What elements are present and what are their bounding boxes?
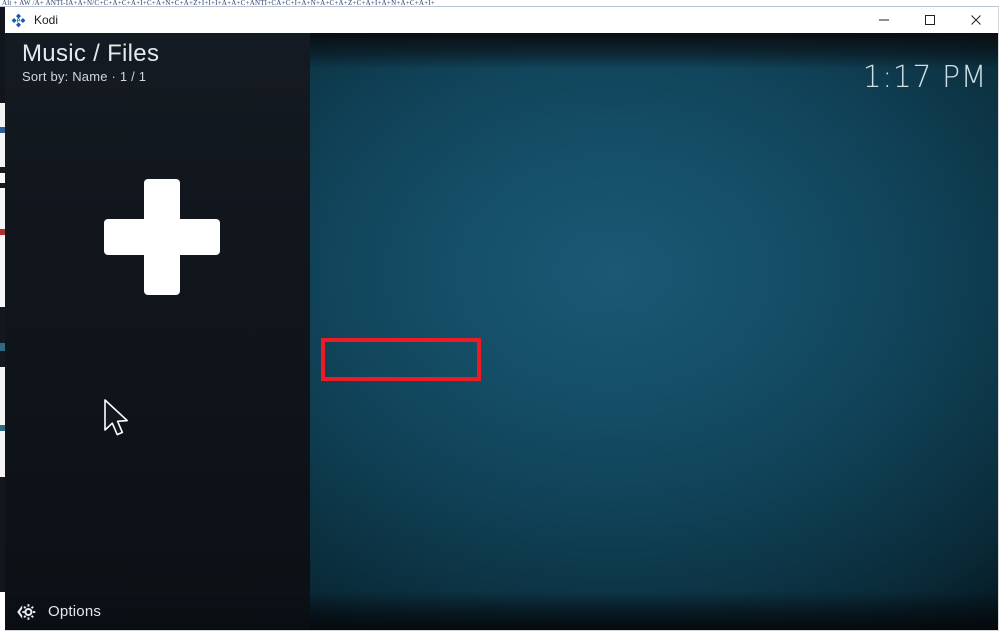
options-label: Options bbox=[48, 603, 102, 620]
minimize-button[interactable] bbox=[861, 7, 907, 33]
kodi-body: 1:17 PM .. bbox=[5, 33, 998, 630]
options-button[interactable]: Options bbox=[5, 592, 310, 630]
main-pane-bottom-fade bbox=[310, 591, 998, 630]
plus-icon bbox=[104, 179, 220, 295]
window-titlebar: P Kodi bbox=[5, 7, 998, 33]
sidebar-header: Music / Files Sort by: Name · 1 / 1 bbox=[22, 41, 159, 84]
settings-gear-icon bbox=[14, 603, 36, 621]
sidebar: Music / Files Sort by: Name · 1 / 1 Opti… bbox=[5, 33, 310, 630]
window-title-text: Kodi bbox=[34, 13, 59, 27]
clock: 1:17 PM bbox=[862, 60, 987, 95]
titlebar-left-group: P Kodi bbox=[5, 13, 861, 28]
maximize-button[interactable] bbox=[907, 7, 953, 33]
page-subtitle: Sort by: Name · 1 / 1 bbox=[22, 68, 147, 84]
kodi-application-window: P Kodi 1:17 PM Music / Files Sort by: Na… bbox=[5, 7, 999, 631]
close-button[interactable] bbox=[953, 7, 998, 33]
mouse-cursor bbox=[103, 399, 133, 443]
page-title: Music / Files bbox=[22, 40, 160, 67]
kodi-logo-icon: P bbox=[11, 13, 26, 28]
